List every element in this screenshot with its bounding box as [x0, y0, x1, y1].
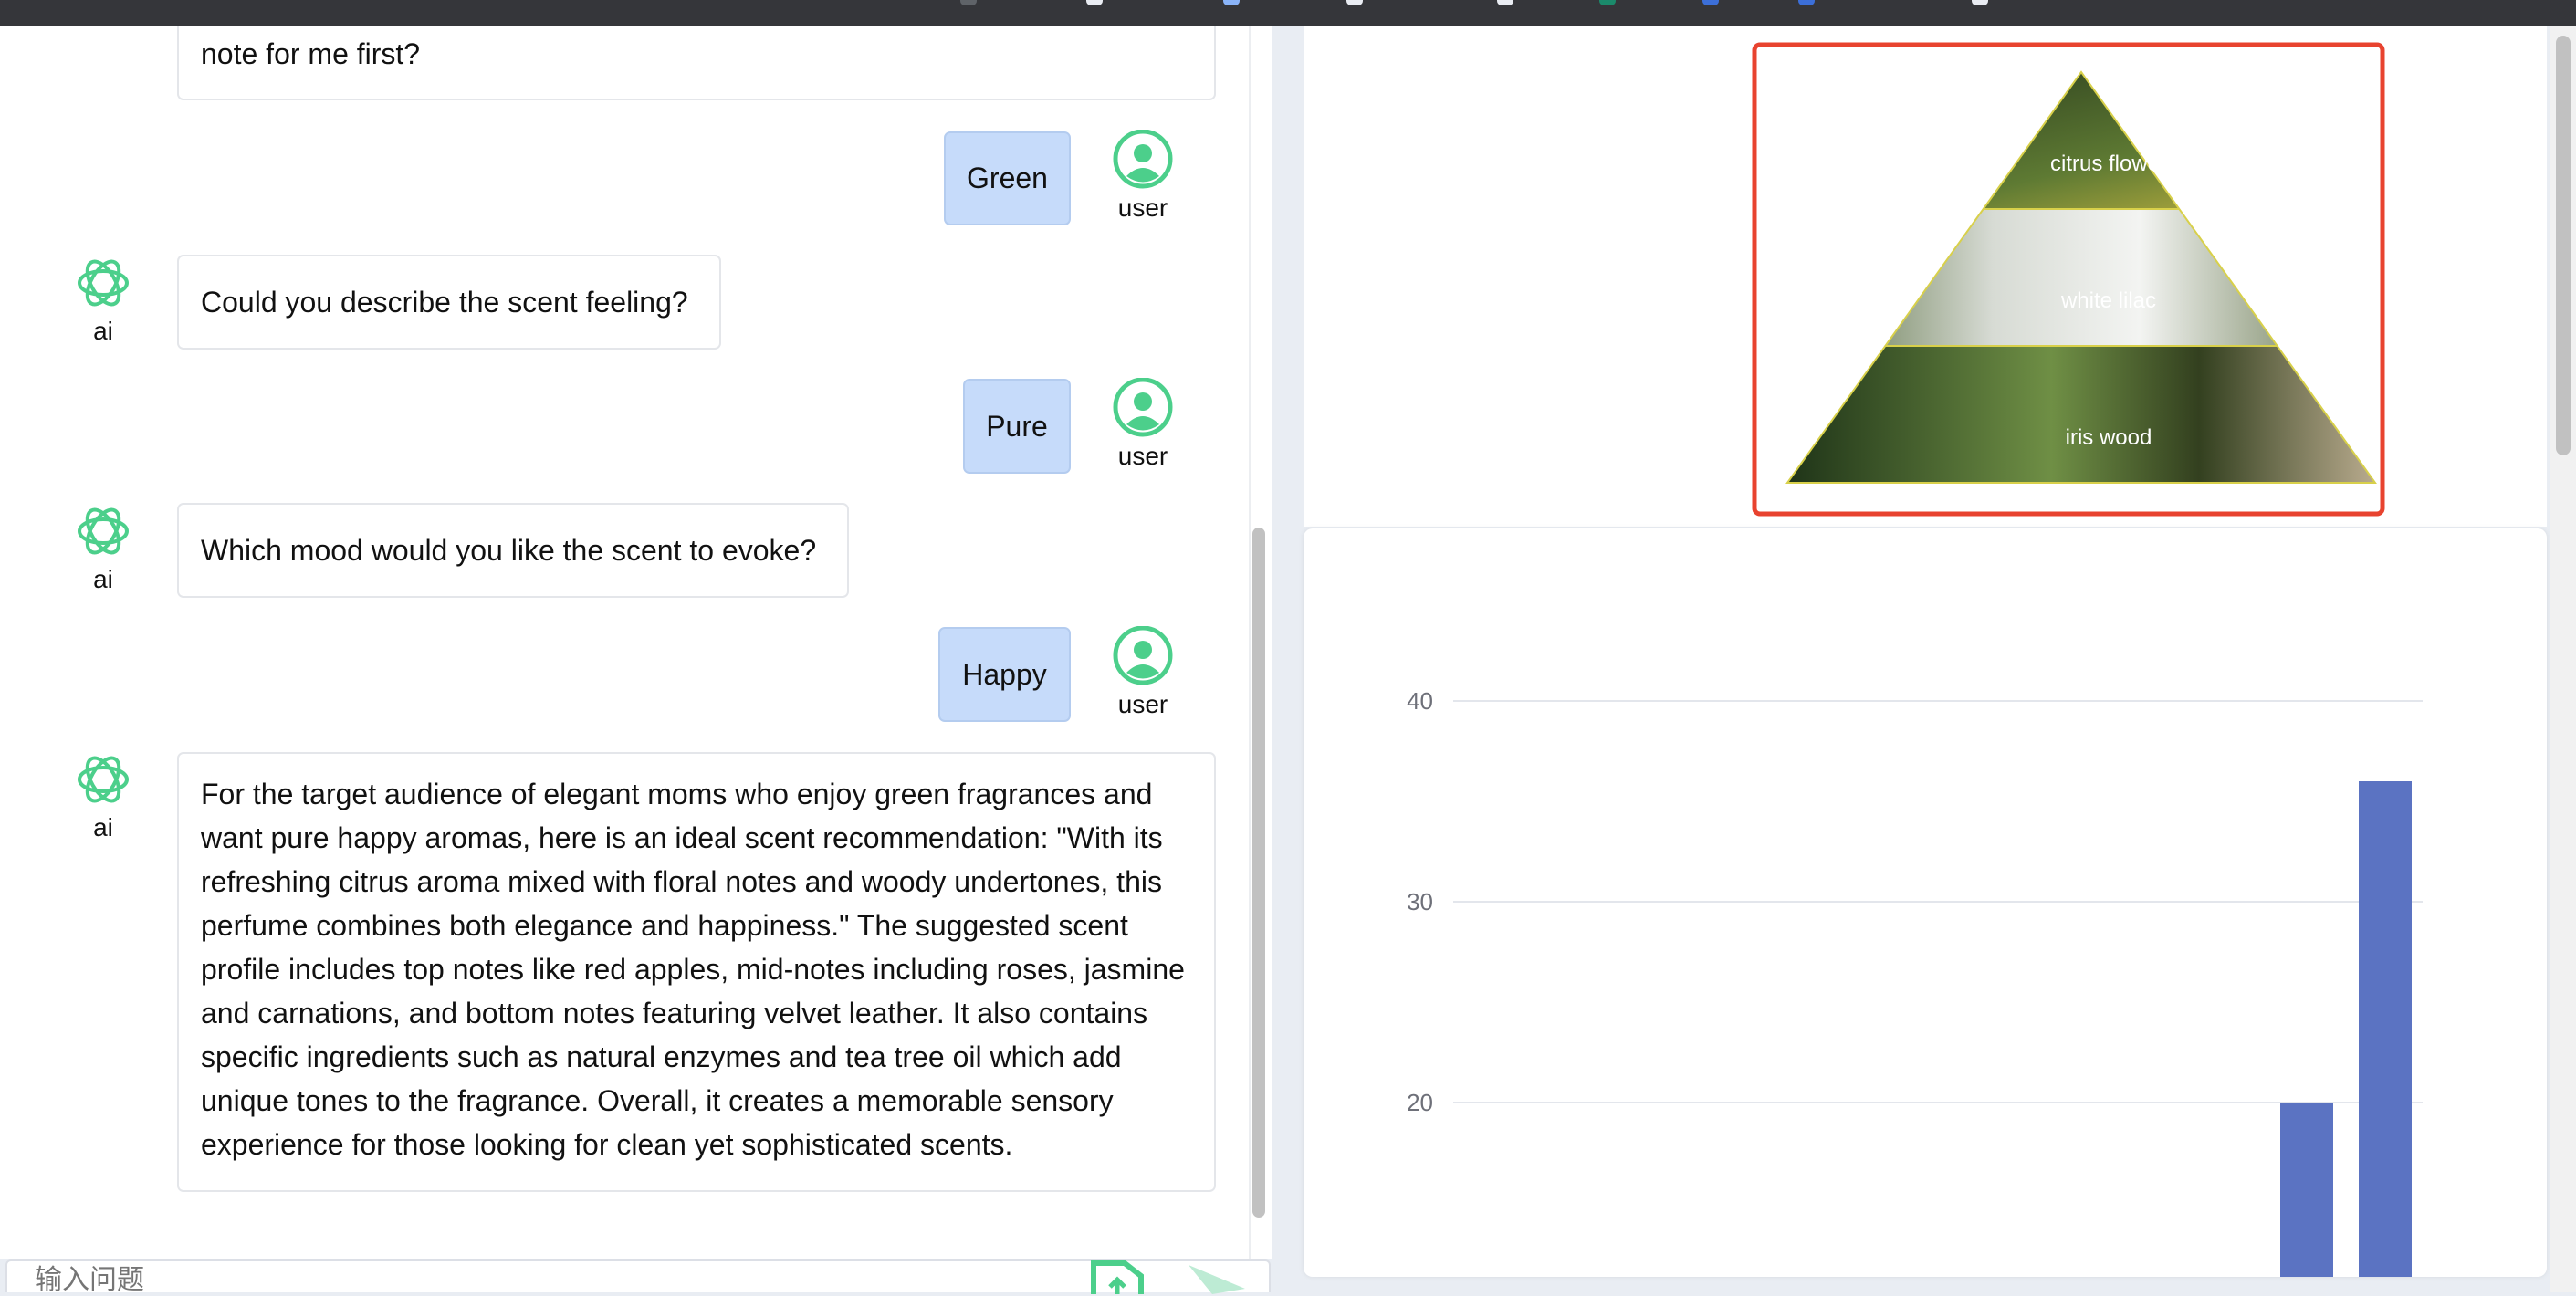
avatar-label: user	[1117, 690, 1168, 718]
pyramid-layer-bottom	[1787, 346, 2375, 483]
bar-chart-card: 10203040	[1304, 528, 2547, 1296]
toolbar-icon[interactable]	[1599, 0, 1616, 5]
pyramid-label-bottom: iris wood	[2066, 425, 2152, 450]
chat-scrollbar-thumb[interactable]	[1252, 528, 1265, 1218]
toolbar-icon[interactable]	[1972, 0, 1988, 5]
ai-message: Could you describe the scent feeling?	[177, 255, 721, 350]
user-message: Happy	[938, 627, 1071, 722]
message-text: Could you describe the scent feeling?	[201, 286, 688, 319]
message-text: For the target audience of elegant moms …	[201, 778, 1185, 1161]
openai-logo-icon	[78, 259, 129, 307]
user-avatar: user	[1102, 129, 1184, 222]
avatar-label: ai	[93, 565, 113, 593]
message-text: note for me first?	[201, 37, 421, 70]
chat-panel: note for me first? Green user ai Could y…	[0, 26, 1249, 1259]
pyramid-layer-top	[1787, 72, 2375, 209]
y-tick-label: 30	[1407, 888, 1433, 915]
pyramid-label-middle: white lilac	[2060, 288, 2156, 313]
user-avatar: user	[1102, 377, 1184, 470]
bar[interactable]	[2359, 781, 2412, 1296]
ai-avatar: ai	[62, 253, 144, 345]
toolbar-icon[interactable]	[1702, 0, 1719, 5]
ai-message: note for me first?	[177, 26, 1216, 100]
toolbar-icon[interactable]	[1223, 0, 1240, 5]
question-input-bar	[5, 1258, 1271, 1296]
ai-message: Which mood would you like the scent to e…	[177, 503, 849, 598]
question-input[interactable]	[35, 1265, 1039, 1296]
right-panel: citrus flower white lilac iris wood 1020…	[1272, 26, 2576, 1296]
user-icon	[1113, 377, 1173, 437]
right-scrollbar[interactable]	[2550, 26, 2576, 1292]
bar-chart: 10203040	[1407, 687, 2423, 1296]
user-icon	[1113, 129, 1173, 189]
bar[interactable]	[2280, 1103, 2333, 1296]
user-message: Pure	[963, 379, 1071, 474]
avatar-label: user	[1117, 193, 1168, 222]
user-message: Green	[944, 131, 1071, 225]
ai-message: For the target audience of elegant moms …	[177, 752, 1216, 1192]
browser-toolbar	[0, 0, 2576, 26]
toolbar-icon[interactable]	[1497, 0, 1513, 5]
pyramid-label-top: citrus flower	[2050, 152, 2167, 176]
openai-logo-icon	[78, 507, 129, 555]
openai-logo-icon	[78, 756, 129, 803]
avatar-label: user	[1117, 442, 1168, 470]
send-icon[interactable]	[1185, 1261, 1249, 1294]
scent-pyramid: citrus flower white lilac iris wood	[1752, 42, 2385, 517]
ai-avatar: ai	[62, 501, 144, 593]
message-text: Pure	[986, 410, 1048, 443]
y-tick-label: 40	[1407, 687, 1433, 715]
toolbar-icon[interactable]	[1346, 0, 1363, 5]
user-icon	[1113, 625, 1173, 685]
message-text: Which mood would you like the scent to e…	[201, 534, 817, 567]
right-scrollbar-thumb[interactable]	[2556, 36, 2571, 455]
toolbar-icon[interactable]	[960, 0, 977, 5]
user-avatar: user	[1102, 625, 1184, 718]
pyramid-layer-middle	[1787, 209, 2375, 346]
avatar-label: ai	[93, 317, 113, 345]
toolbar-icon[interactable]	[1086, 0, 1103, 5]
avatar-label: ai	[93, 813, 113, 841]
ai-avatar: ai	[62, 749, 144, 841]
toolbar-icon[interactable]	[1798, 0, 1815, 5]
upload-file-icon[interactable]	[1088, 1258, 1147, 1294]
y-tick-label: 20	[1407, 1089, 1433, 1116]
message-text: Green	[967, 162, 1048, 194]
message-text: Happy	[962, 658, 1047, 691]
scent-pyramid-card: citrus flower white lilac iris wood	[1304, 26, 2547, 527]
